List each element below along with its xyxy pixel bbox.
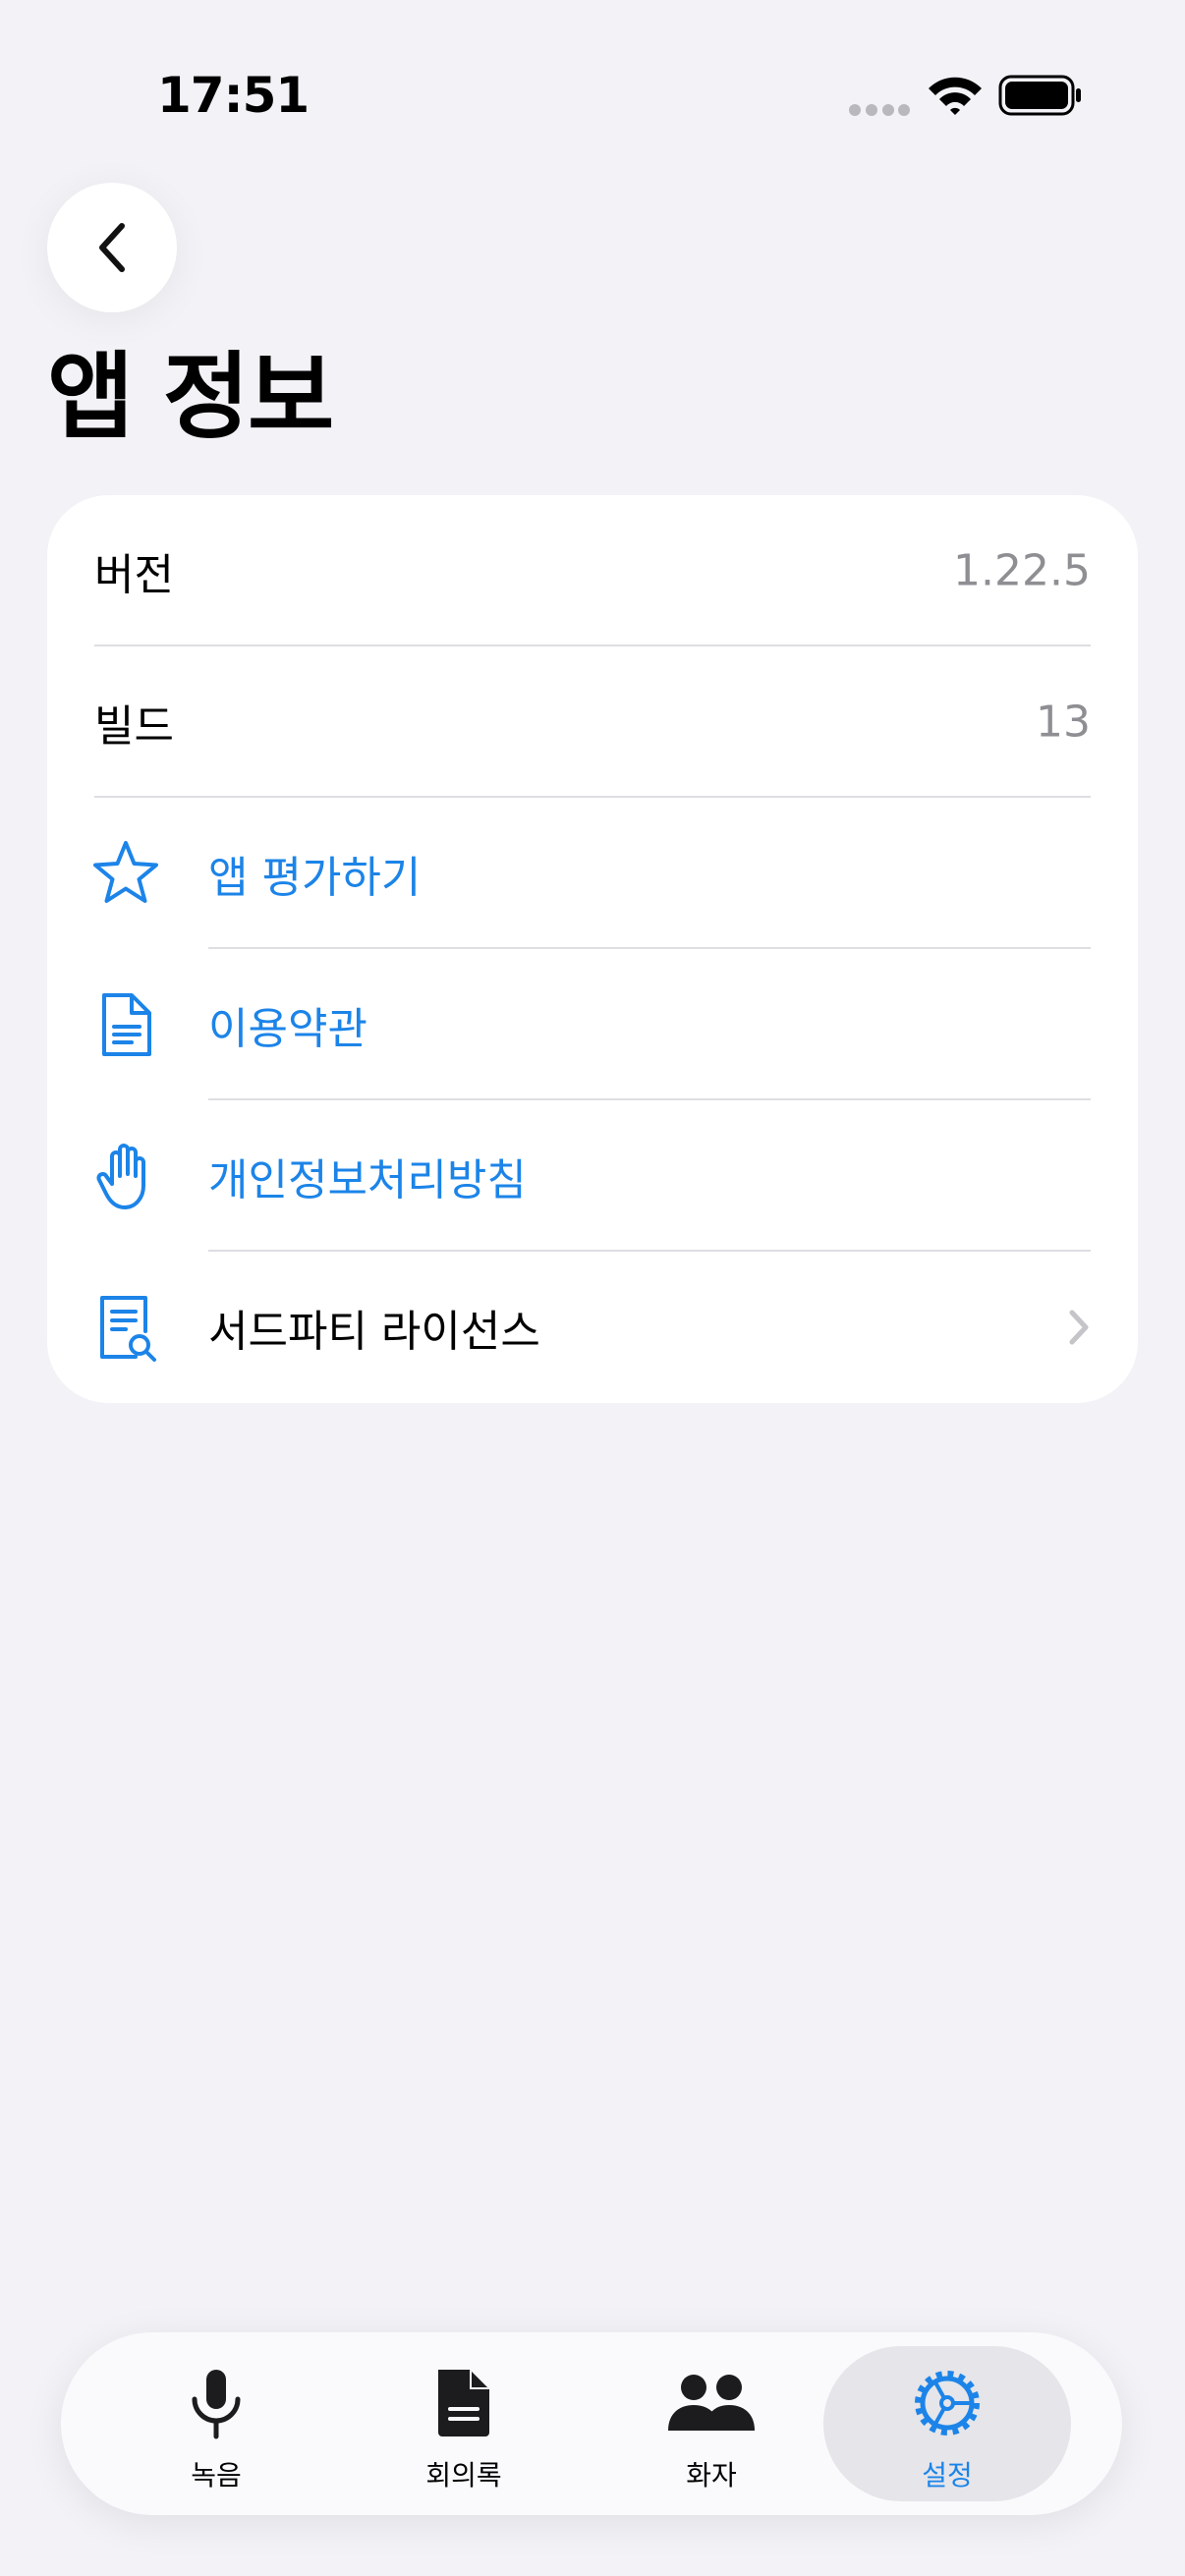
- battery-icon: [998, 75, 1081, 116]
- tab-record[interactable]: 녹음: [92, 2346, 340, 2501]
- terms-label: 이용약관: [208, 1004, 367, 1054]
- build-label: 빌드: [94, 701, 174, 752]
- tab-bar: 녹음 회의록 화자 설정: [61, 2332, 1122, 2515]
- tab-settings[interactable]: 설정: [823, 2346, 1071, 2501]
- build-value: 13: [1036, 697, 1091, 748]
- privacy-row[interactable]: 개인정보처리방침: [47, 1100, 1138, 1252]
- hand-icon: [96, 1144, 145, 1209]
- third-party-licenses-label: 서드파티 라이선스: [208, 1307, 540, 1357]
- tab-label: 설정: [922, 2459, 973, 2492]
- version-row: 버전 1.22.5: [47, 495, 1138, 646]
- status-bar: 17:51: [0, 0, 1185, 196]
- tab-label: 회의록: [425, 2459, 502, 2492]
- terms-row[interactable]: 이용약관: [47, 949, 1138, 1100]
- privacy-label: 개인정보처리방침: [208, 1155, 527, 1205]
- wifi-icon: [929, 77, 982, 115]
- third-party-licenses-row[interactable]: 서드파티 라이선스: [47, 1252, 1138, 1403]
- people-icon: [668, 2375, 755, 2431]
- chevron-right-icon: [1069, 1310, 1089, 1345]
- document-fill-icon: [438, 2370, 489, 2436]
- document-icon: [102, 993, 151, 1056]
- gear-icon: [915, 2371, 980, 2436]
- status-time: 17:51: [157, 67, 310, 124]
- build-row: 빌드 13: [47, 646, 1138, 798]
- microphone-icon: [192, 2370, 241, 2439]
- document-search-icon: [100, 1296, 156, 1362]
- rate-app-row[interactable]: 앱 평가하기: [47, 798, 1138, 949]
- tab-label: 화자: [686, 2459, 737, 2492]
- star-icon: [93, 841, 158, 903]
- tab-speakers[interactable]: 화자: [588, 2346, 835, 2501]
- rate-app-label: 앱 평가하기: [208, 853, 422, 903]
- tab-minutes[interactable]: 회의록: [340, 2346, 588, 2501]
- version-label: 버전: [94, 550, 174, 600]
- version-value: 1.22.5: [953, 545, 1091, 596]
- cellular-signal-icon: [849, 104, 910, 116]
- chevron-left-icon: [99, 223, 125, 272]
- tab-label: 녹음: [191, 2459, 242, 2492]
- back-button[interactable]: [47, 183, 177, 312]
- app-info-card: 버전 1.22.5 빌드 13 앱 평가하기 이용약관 개인정보처리방침 서드파…: [47, 495, 1138, 1403]
- page-title: 앱 정보: [47, 342, 334, 452]
